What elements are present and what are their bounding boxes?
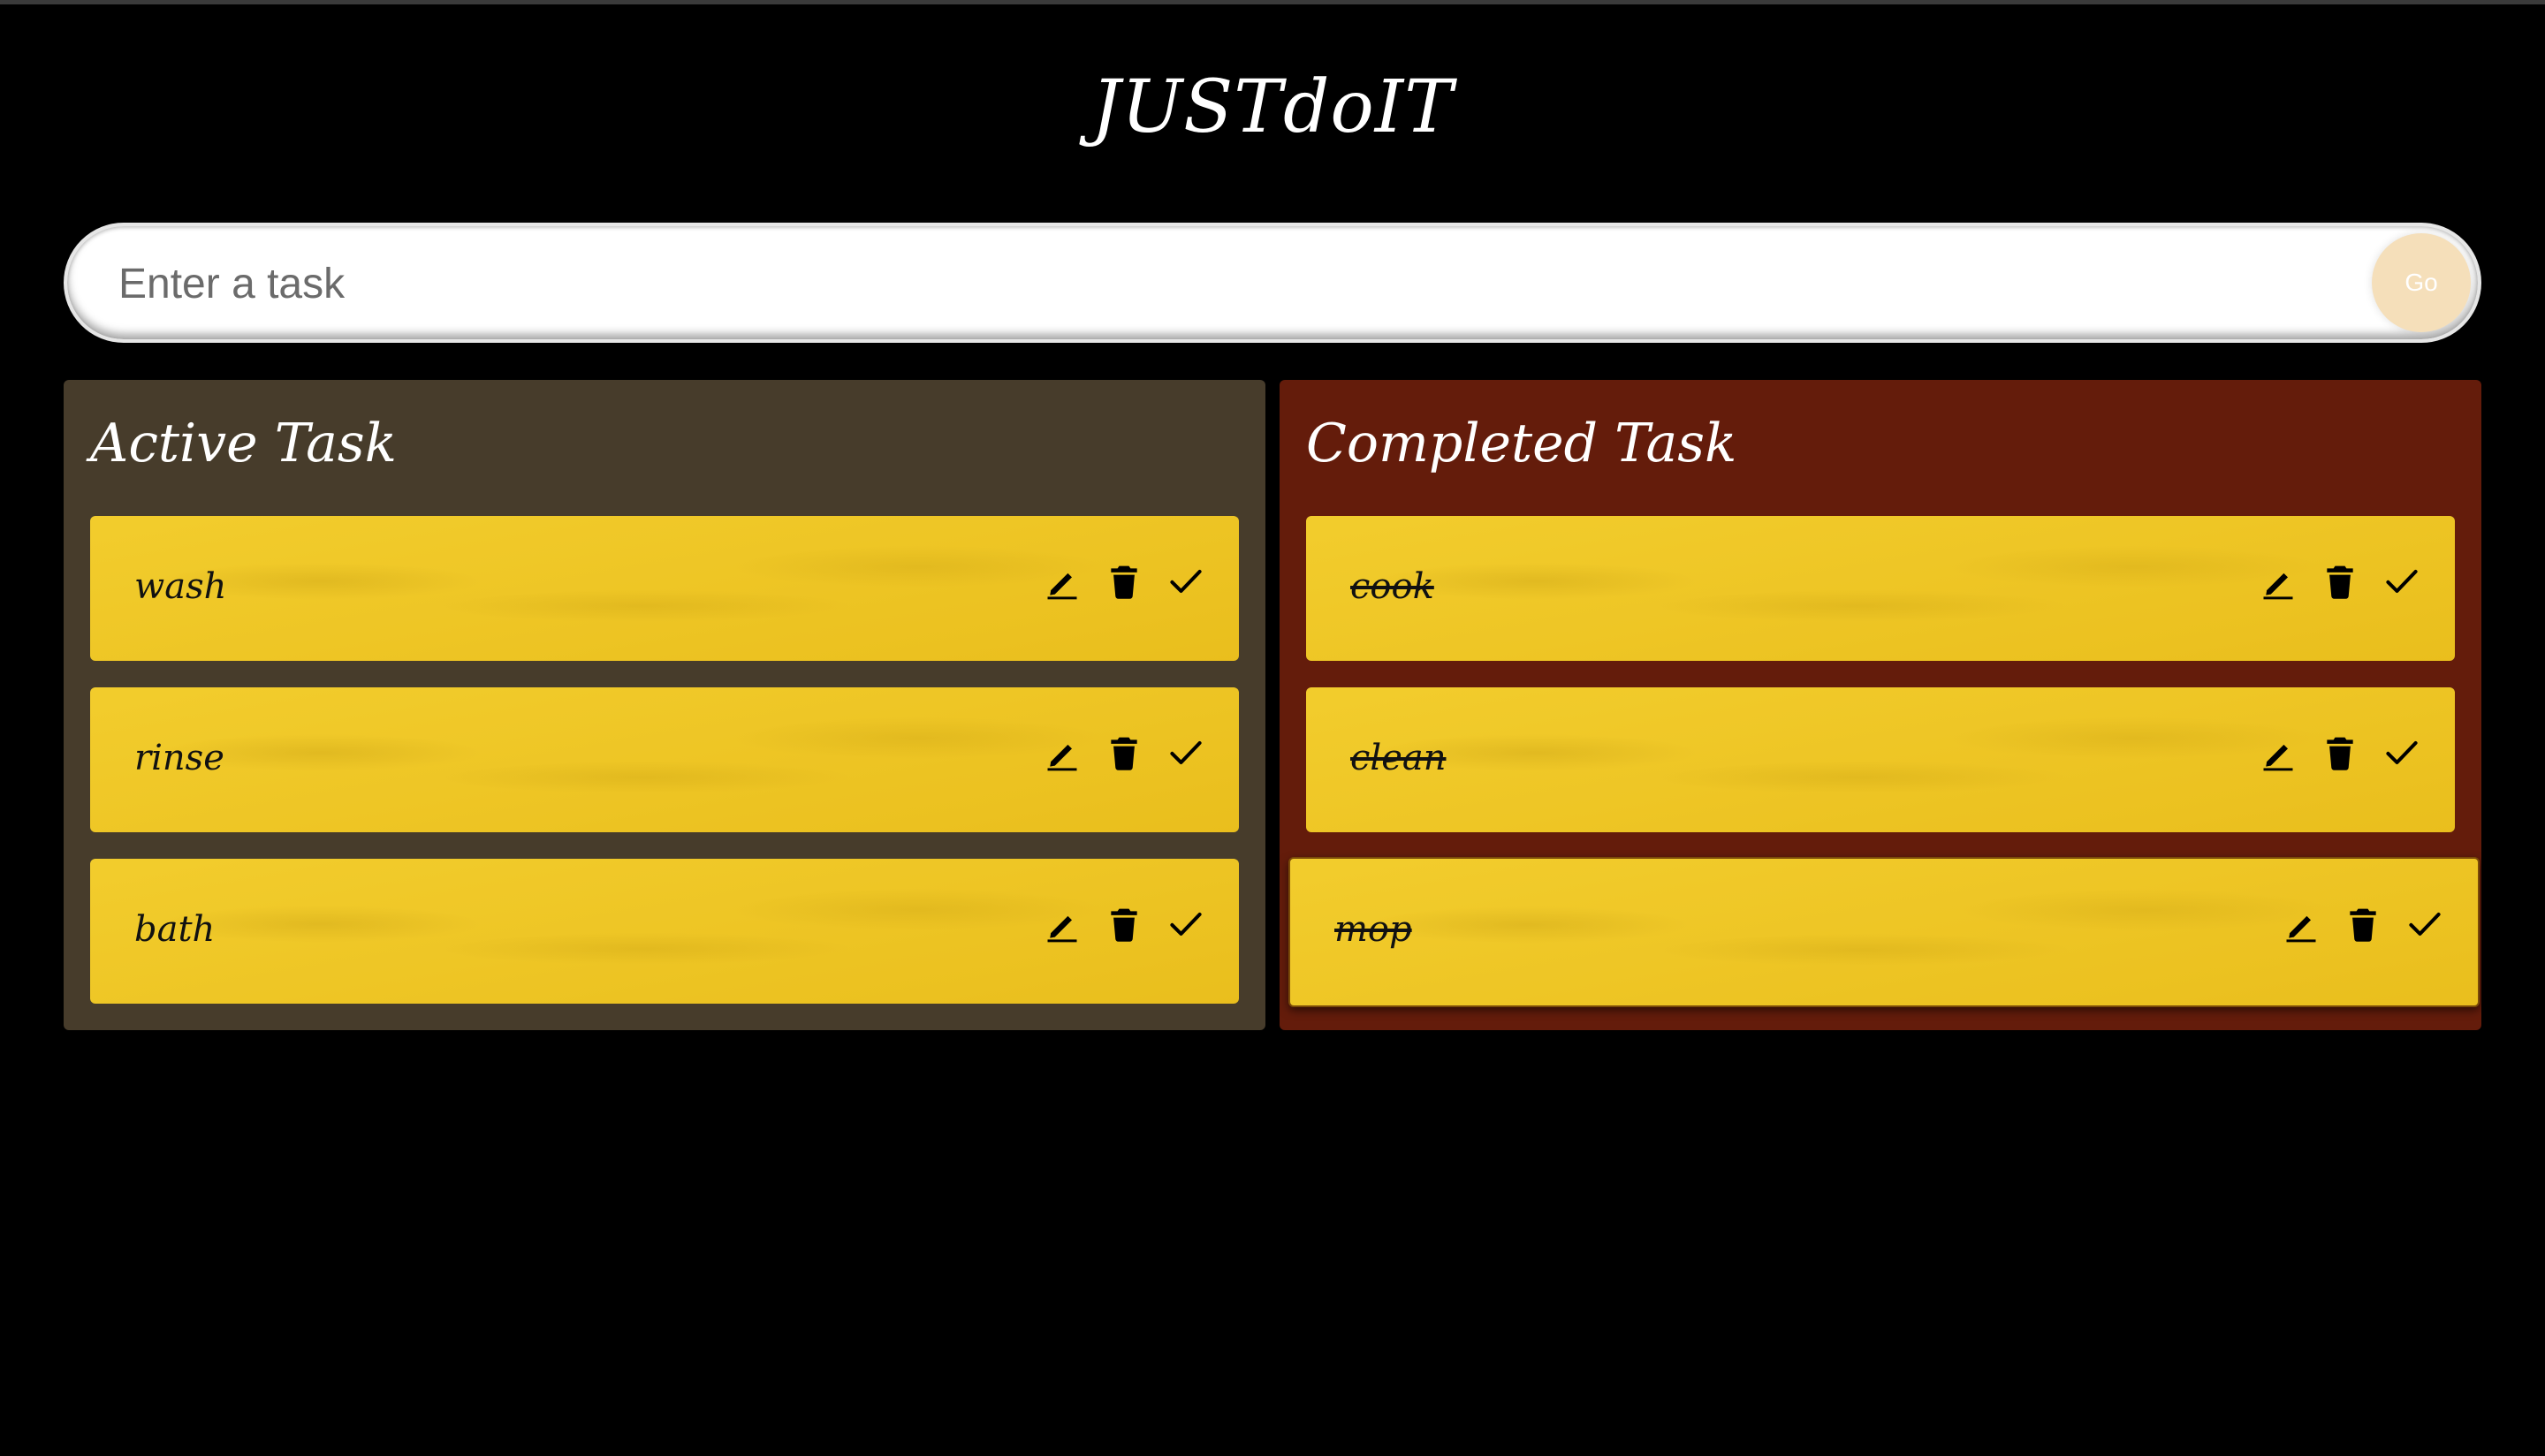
app-title: JUSTdoIT — [1091, 65, 1454, 149]
task-label: bath — [134, 909, 216, 950]
trash-icon[interactable] — [1105, 905, 1143, 944]
completed-tasks-heading: Completed Task — [1306, 413, 1737, 474]
task-card: wash — [90, 516, 1239, 661]
task-card: mop — [1288, 857, 2480, 1007]
task-actions — [1043, 898, 1205, 951]
task-label: rinse — [134, 738, 224, 778]
task-input[interactable] — [117, 226, 2329, 341]
pencil-icon[interactable] — [2282, 905, 2321, 944]
go-button[interactable]: Go — [2372, 233, 2471, 332]
trash-icon[interactable] — [2344, 905, 2382, 944]
completed-tasks-panel: Completed Task cook clean mop — [1280, 380, 2481, 1030]
task-card: rinse — [90, 687, 1239, 832]
task-label: clean — [1350, 738, 1447, 778]
task-actions — [2259, 555, 2421, 608]
active-tasks-heading: Active Task — [90, 413, 397, 474]
task-actions — [1043, 726, 1205, 779]
check-icon[interactable] — [1166, 562, 1205, 601]
task-label: cook — [1350, 566, 1434, 607]
pencil-icon[interactable] — [1043, 733, 1082, 772]
trash-icon[interactable] — [2321, 733, 2359, 772]
task-actions — [2282, 898, 2444, 951]
pencil-icon[interactable] — [1043, 905, 1082, 944]
pencil-icon[interactable] — [2259, 733, 2298, 772]
pencil-icon[interactable] — [2259, 562, 2298, 601]
check-icon[interactable] — [2382, 562, 2421, 601]
check-icon[interactable] — [1166, 733, 1205, 772]
task-card: bath — [90, 859, 1239, 1004]
check-icon[interactable] — [2405, 905, 2444, 944]
task-actions — [2259, 726, 2421, 779]
trash-icon[interactable] — [2321, 562, 2359, 601]
trash-icon[interactable] — [1105, 733, 1143, 772]
browser-top-border — [0, 0, 2545, 4]
pencil-icon[interactable] — [1043, 562, 1082, 601]
task-label: mop — [1334, 909, 1412, 950]
task-card: cook — [1306, 516, 2455, 661]
task-card: clean — [1306, 687, 2455, 832]
check-icon[interactable] — [1166, 905, 1205, 944]
add-task-form: Go — [64, 223, 2481, 343]
task-label: wash — [134, 566, 227, 607]
task-actions — [1043, 555, 1205, 608]
active-tasks-panel: Active Task wash rinse bath — [64, 380, 1265, 1030]
check-icon[interactable] — [2382, 733, 2421, 772]
trash-icon[interactable] — [1105, 562, 1143, 601]
